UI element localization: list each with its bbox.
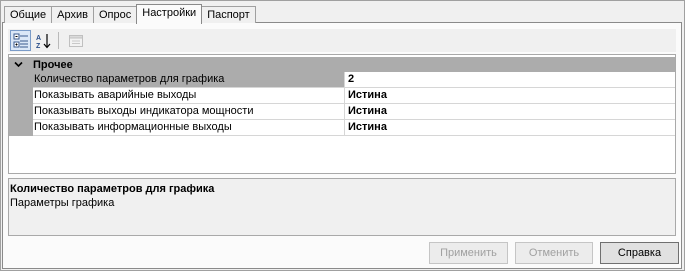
- property-pages-button[interactable]: [65, 30, 86, 51]
- row-gutter: [9, 72, 33, 88]
- property-row[interactable]: Показывать аварийные выходы Истина: [9, 88, 675, 104]
- property-row[interactable]: Количество параметров для графика 2: [9, 72, 675, 88]
- sort-alphabetical-icon: A Z: [36, 33, 50, 49]
- property-grid[interactable]: Прочее Количество параметров для графика…: [8, 54, 676, 174]
- description-text: Параметры графика: [10, 197, 115, 209]
- category-label: Прочее: [33, 58, 73, 71]
- row-gutter: [9, 120, 33, 136]
- collapse-chevron-icon[interactable]: [9, 57, 27, 72]
- tab-strip: Общие Архив Опрос Настройки Паспорт: [4, 3, 256, 24]
- tab-polling[interactable]: Опрос: [93, 6, 138, 23]
- categorized-view-button[interactable]: [10, 30, 31, 51]
- alphabetical-sort-button[interactable]: A Z: [33, 30, 54, 51]
- property-value[interactable]: Истина: [345, 120, 675, 136]
- property-name: Показывать информационные выходы: [33, 120, 345, 136]
- svg-text:Z: Z: [36, 43, 41, 49]
- category-row[interactable]: Прочее: [9, 57, 675, 72]
- property-value[interactable]: 2: [345, 72, 675, 88]
- categorized-view-icon: [13, 33, 28, 47]
- property-name: Показывать выходы индикатора мощности: [33, 104, 345, 120]
- property-name: Показывать аварийные выходы: [33, 88, 345, 104]
- toolbar-separator: [58, 32, 59, 49]
- property-value[interactable]: Истина: [345, 88, 675, 104]
- description-title: Количество параметров для графика: [10, 183, 215, 195]
- property-grid-toolbar: A Z: [8, 29, 676, 52]
- row-gutter: [9, 104, 33, 120]
- property-row[interactable]: Показывать информационные выходы Истина: [9, 120, 675, 136]
- property-pages-icon: [68, 34, 83, 47]
- tab-passport[interactable]: Паспорт: [201, 6, 256, 23]
- property-name: Количество параметров для графика: [33, 72, 345, 88]
- tab-general[interactable]: Общие: [4, 6, 53, 23]
- description-pane: Количество параметров для графика Параме…: [8, 178, 676, 236]
- tab-settings[interactable]: Настройки: [136, 4, 203, 24]
- property-value[interactable]: Истина: [345, 104, 675, 120]
- svg-text:A: A: [36, 35, 41, 42]
- help-button[interactable]: Справка: [600, 242, 679, 264]
- property-row[interactable]: Показывать выходы индикатора мощности Ис…: [9, 104, 675, 120]
- row-gutter: [9, 88, 33, 104]
- apply-button[interactable]: Применить: [429, 242, 508, 264]
- cancel-button[interactable]: Отменить: [515, 242, 593, 264]
- tab-archive[interactable]: Архив: [51, 6, 94, 23]
